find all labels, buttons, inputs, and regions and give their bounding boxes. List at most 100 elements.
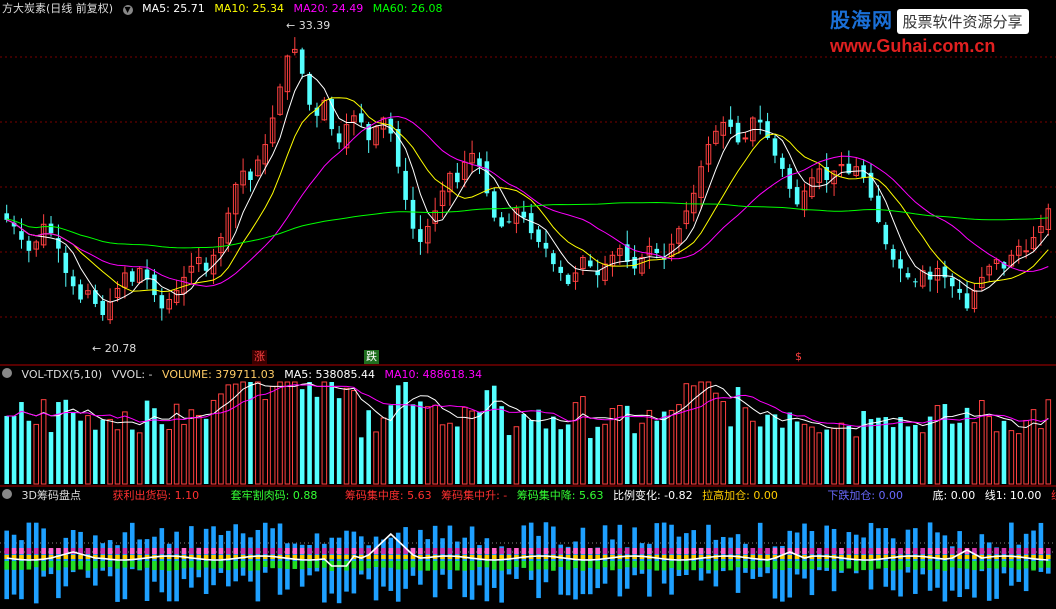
chip-band-green <box>639 561 645 570</box>
chip-dot-icon[interactable] <box>2 489 12 499</box>
chip-band-green <box>85 561 91 571</box>
chip-band-green <box>750 561 756 570</box>
chevron-down-icon[interactable]: ▼ <box>122 5 133 15</box>
chip-band-yellow <box>381 555 386 559</box>
signal-zhang: 涨 <box>252 350 267 364</box>
chip-band-pink <box>115 548 120 554</box>
chip-band-yellow <box>499 555 504 559</box>
candle-body <box>588 260 593 267</box>
chip-band-green <box>115 561 120 569</box>
chip-band-green <box>26 561 32 570</box>
chip-band-pink <box>927 548 933 554</box>
chip-band-yellow <box>388 555 394 559</box>
chip-band-green <box>720 561 726 568</box>
candle-body <box>358 113 364 123</box>
chip-band-green <box>174 561 179 571</box>
chip-band-green <box>949 561 955 568</box>
chip-bar-up <box>521 525 527 560</box>
chip-band-pink <box>203 548 209 554</box>
volume-bar <box>720 401 727 485</box>
volume-bar <box>588 438 593 484</box>
chip-band-pink <box>809 548 815 554</box>
volume-bar <box>469 410 475 485</box>
volume-bar <box>292 381 298 485</box>
chip-band-pink <box>240 548 246 554</box>
volume-bar <box>491 385 497 484</box>
chip-band-pink <box>890 548 896 554</box>
chip-band-yellow <box>218 555 224 559</box>
chip-band-green <box>588 561 593 568</box>
chip-band-yellow <box>595 555 600 559</box>
volume-bar <box>307 382 312 484</box>
chip-band-green <box>314 561 320 568</box>
chip-band-pink <box>1009 548 1014 554</box>
chip-band-green <box>41 561 46 571</box>
volume-bar <box>565 424 571 484</box>
volume-bar <box>816 432 823 485</box>
volume-bar <box>913 424 918 484</box>
chip-bar-up <box>757 522 763 560</box>
chip-band-yellow <box>787 555 793 559</box>
chip-bar-up <box>824 525 829 560</box>
chip-band-pink <box>469 548 475 554</box>
chip-band-green <box>469 561 475 571</box>
chip-band-yellow <box>329 555 335 559</box>
chip-bar-up <box>868 522 874 560</box>
chip-band-pink <box>868 548 874 554</box>
chip-band-pink <box>93 548 98 554</box>
candle-body <box>787 168 793 189</box>
stock-chart-canvas[interactable] <box>0 0 1056 609</box>
chip-band-pink <box>100 548 106 554</box>
chip-band-green <box>1016 561 1022 570</box>
chip-band-green <box>137 561 142 570</box>
candle-body <box>78 284 83 300</box>
chip-band-pink <box>713 548 719 554</box>
volume-bar <box>558 429 564 484</box>
volume-bar <box>447 422 453 485</box>
chip-band-yellow <box>573 555 578 559</box>
chip-band-yellow <box>115 555 120 559</box>
candle-body <box>565 274 571 285</box>
volume-bar <box>188 409 195 485</box>
chip-band-green <box>248 561 253 571</box>
candle-body <box>794 187 800 205</box>
chip-band-pink <box>846 548 852 554</box>
volume-bar <box>934 405 941 485</box>
volume-bar <box>551 416 556 484</box>
chip-band-green <box>181 561 187 569</box>
chip-band-pink <box>853 548 859 554</box>
vol-dot-icon[interactable] <box>2 368 12 378</box>
chip-band-yellow <box>129 555 135 559</box>
chip-band-yellow <box>964 555 970 559</box>
conc-down-label: 筹码集中降: 5.63 <box>516 489 604 502</box>
chip-band-green <box>11 561 17 570</box>
candle-body <box>890 249 896 260</box>
chip-band-yellow <box>78 555 83 559</box>
chip-band-green <box>669 561 674 568</box>
volume-bar <box>107 418 113 485</box>
chip-band-pink <box>499 548 504 554</box>
chip-band-pink <box>935 548 940 554</box>
chip-band-yellow <box>491 555 497 559</box>
volume-bar <box>1038 428 1044 485</box>
volume-bar <box>1045 399 1052 485</box>
chip-band-yellow <box>314 555 320 559</box>
chip-band-pink <box>144 548 150 554</box>
chip-band-pink <box>1038 548 1044 554</box>
chip-band-pink <box>632 548 637 554</box>
chip-band-green <box>898 561 903 570</box>
candle-body <box>26 240 32 251</box>
candle-body <box>654 248 660 254</box>
candle-body <box>299 49 305 74</box>
chip-bar-up <box>26 522 32 560</box>
chip-band-green <box>957 561 962 569</box>
chip-band-yellow <box>484 555 490 559</box>
chip-band-pink <box>595 548 600 554</box>
chip-band-pink <box>824 548 829 554</box>
volume-bar <box>351 390 357 485</box>
chip-band-pink <box>107 548 113 554</box>
volume-bar <box>114 429 121 485</box>
chip-band-green <box>270 561 275 569</box>
volume-bar <box>993 431 1000 485</box>
chip-band-pink <box>543 548 549 554</box>
